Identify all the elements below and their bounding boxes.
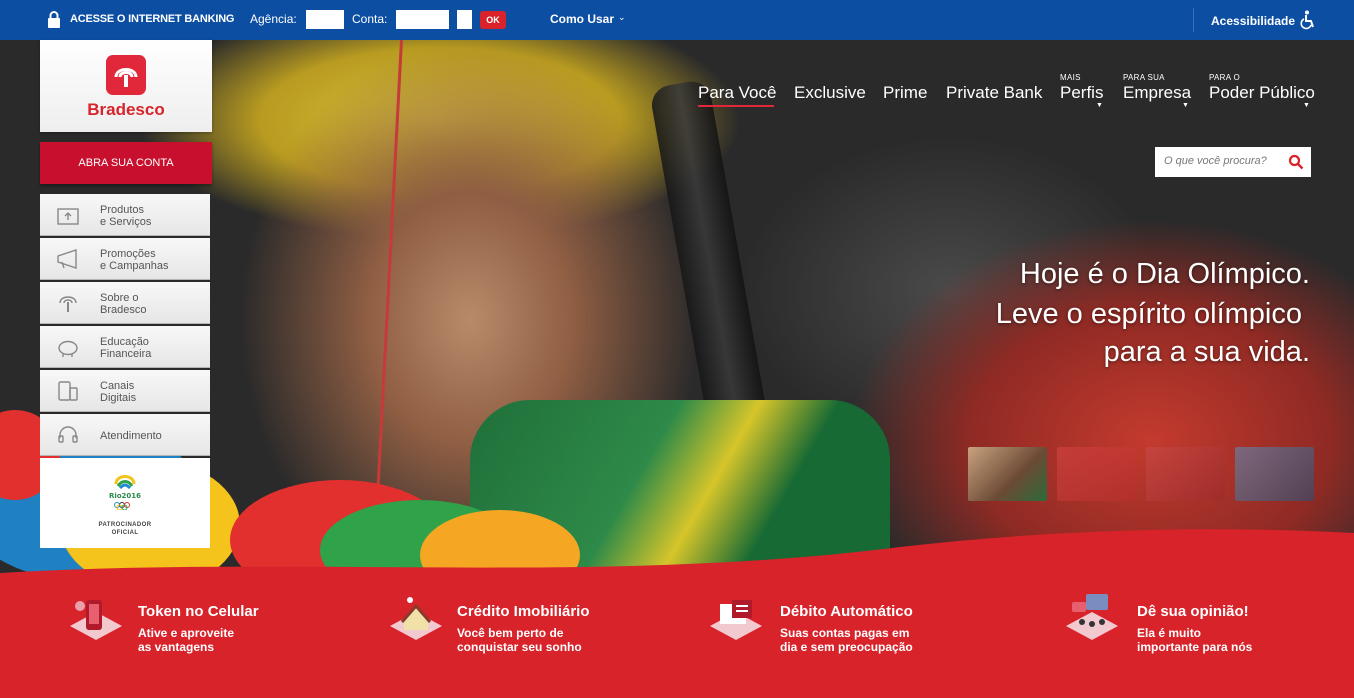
feature-title[interactable]: Token no Celular xyxy=(138,603,259,620)
acessibilidade-link[interactable]: Acessibilidade xyxy=(1211,14,1295,28)
carousel-thumb-3[interactable] xyxy=(1146,447,1225,501)
como-usar-link[interactable]: Como Usar xyxy=(550,12,614,26)
sidebar-item-label: Produtos xyxy=(100,204,145,216)
opinion-icon[interactable] xyxy=(1062,592,1122,646)
agencia-label: Agência: xyxy=(250,12,297,26)
lock-icon xyxy=(48,11,60,28)
sidebar-item-atendimento[interactable]: Atendimento xyxy=(40,414,210,456)
feature-description: Ela é muito xyxy=(1137,626,1202,640)
internet-banking-label: ACESSE O INTERNET BANKING xyxy=(70,13,235,25)
automatic-debit-icon[interactable] xyxy=(706,594,766,648)
rio2016-sponsor-badge: Rio2016 PATROCINADOR OFICIAL xyxy=(40,458,210,548)
feature-title[interactable]: Dê sua opinião! xyxy=(1137,603,1249,620)
carousel-thumb-4[interactable] xyxy=(1235,447,1314,501)
nav-para-voce[interactable]: Para Você xyxy=(698,83,776,103)
feature-description: Suas contas pagas em xyxy=(780,626,910,640)
feature-description: dia e sem preocupação xyxy=(780,640,913,654)
feature-description: importante para nós xyxy=(1137,640,1253,654)
sidebar-item-label: Sobre o xyxy=(100,292,139,304)
devices-icon xyxy=(58,381,78,401)
conta-digit-input[interactable] xyxy=(457,10,472,29)
bow-string xyxy=(375,40,403,500)
hero-headline-line2: Leve o espírito olímpico xyxy=(995,298,1302,330)
accessibility-icon[interactable] xyxy=(1300,10,1316,30)
hero-headline-line3: para a sua vida. xyxy=(1103,336,1310,368)
sidebar-item-sobre[interactable]: Sobre o Bradesco xyxy=(40,282,210,324)
feature-description: Você bem perto de xyxy=(457,626,564,640)
caret-down-icon: ▼ xyxy=(1303,102,1310,109)
carousel-thumb-1[interactable] xyxy=(968,447,1047,501)
agencia-input[interactable] xyxy=(306,10,344,29)
open-account-button[interactable]: ABRA SUA CONTA xyxy=(40,142,212,184)
bradesco-logo[interactable]: Bradesco xyxy=(40,40,212,132)
nav-poder-small: PARA O xyxy=(1209,73,1240,82)
sidebar-item-label: Financeira xyxy=(100,348,152,360)
piggy-bank-icon xyxy=(58,340,78,357)
sidebar-item-label: Atendimento xyxy=(100,430,162,442)
nav-empresa-small: PARA SUA xyxy=(1123,73,1165,82)
caret-down-icon: ▼ xyxy=(1182,102,1189,109)
carousel-thumb-2[interactable] xyxy=(1057,447,1136,501)
megaphone-icon xyxy=(57,249,77,269)
feature-description: conquistar seu sonho xyxy=(457,640,582,654)
sponsor-label: PATROCINADOR xyxy=(98,522,152,528)
feature-description: Ative e aproveite xyxy=(138,626,235,640)
feature-title[interactable]: Crédito Imobiliário xyxy=(457,603,590,620)
bradesco-logo-mark xyxy=(106,55,146,95)
nav-prime[interactable]: Prime xyxy=(883,83,927,103)
sidebar-item-label: Canais xyxy=(100,380,135,392)
nav-perfis-small: MAIS xyxy=(1060,73,1081,82)
nav-private-bank[interactable]: Private Bank xyxy=(946,83,1042,103)
feature-description: as vantagens xyxy=(138,640,215,654)
nav-active-underline xyxy=(698,105,774,107)
phone-token-icon[interactable] xyxy=(66,594,126,648)
topbar-divider xyxy=(1193,8,1194,32)
sidebar-item-promocoes[interactable]: Promoções e Campanhas xyxy=(40,238,210,280)
house-icon[interactable] xyxy=(386,592,446,646)
caret-down-icon: ▼ xyxy=(1096,102,1103,109)
sidebar-item-label: Bradesco xyxy=(100,304,147,316)
bradesco-tree-icon xyxy=(59,296,77,312)
conta-input[interactable] xyxy=(396,10,449,29)
top-bar: ACESSE O INTERNET BANKING Agência: Conta… xyxy=(0,0,1354,40)
search-icon[interactable] xyxy=(1288,154,1304,170)
sidebar-item-label: Educação xyxy=(100,336,149,348)
headset-icon xyxy=(58,426,78,443)
rio2016-logo-icon: Rio2016 xyxy=(109,475,141,510)
ok-button[interactable]: OK xyxy=(480,11,506,29)
box-icon xyxy=(57,208,79,225)
search-box[interactable]: O que você procura? xyxy=(1155,147,1311,177)
hero-headline-line1: Hoje é o Dia Olímpico. xyxy=(1019,258,1310,290)
nav-exclusive[interactable]: Exclusive xyxy=(794,83,866,103)
nav-empresa[interactable]: Empresa xyxy=(1123,83,1191,103)
sidebar-item-label: Promoções xyxy=(100,248,156,260)
sidebar-item-canais[interactable]: Canais Digitais xyxy=(40,370,210,412)
search-input[interactable]: O que você procura? xyxy=(1164,155,1267,167)
feature-title[interactable]: Débito Automático xyxy=(780,603,913,620)
nav-perfis[interactable]: Perfis xyxy=(1060,83,1103,103)
sidebar-item-educacao[interactable]: Educação Financeira xyxy=(40,326,210,368)
sponsor-label: OFICIAL xyxy=(111,530,139,536)
chevron-down-icon: ⌄ xyxy=(618,12,626,22)
sidebar-item-label: e Serviços xyxy=(100,216,152,228)
bradesco-logo-text: Bradesco xyxy=(87,100,165,119)
sidebar-item-label: e Campanhas xyxy=(100,260,169,272)
nav-poder-publico[interactable]: Poder Público xyxy=(1209,83,1315,103)
svg-text:Rio2016: Rio2016 xyxy=(109,492,141,500)
sidebar-item-label: Digitais xyxy=(100,392,137,404)
sidebar-item-produtos[interactable]: Produtos e Serviços xyxy=(40,194,210,236)
conta-label: Conta: xyxy=(352,12,388,26)
